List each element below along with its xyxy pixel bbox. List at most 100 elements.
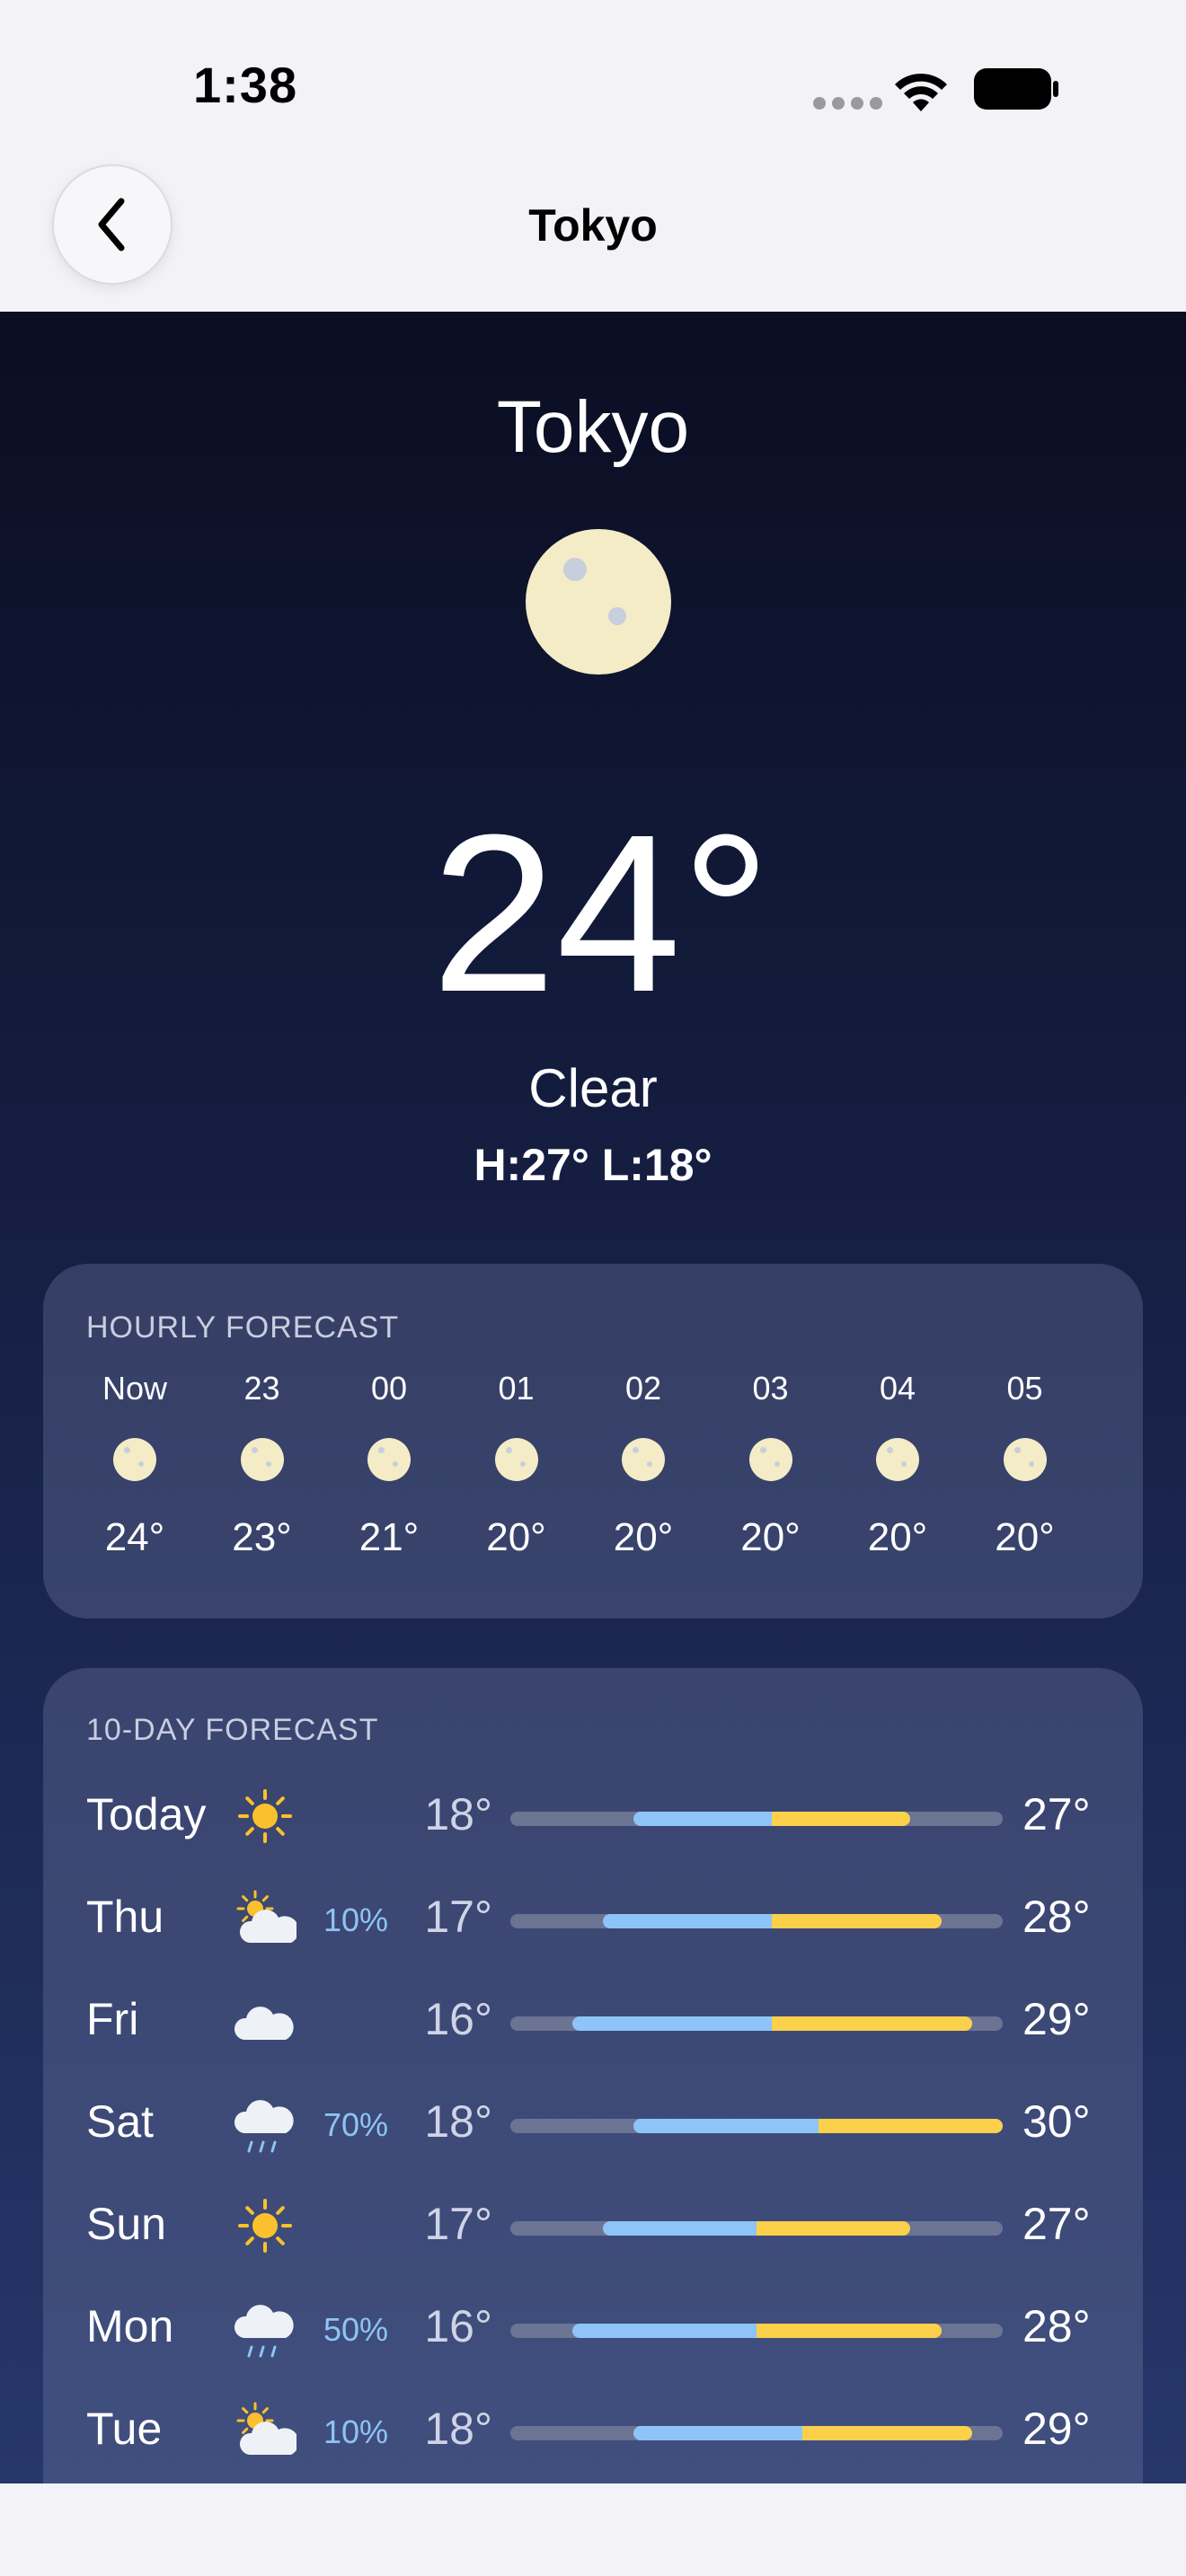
daily-row[interactable]: Thu 10% 17° 28°: [43, 1869, 1143, 1959]
hourly-temp: 20°: [995, 1515, 1055, 1559]
hourly-time: 02: [624, 1370, 662, 1407]
moon-icon: [622, 1438, 665, 1481]
temp-range-cold: [602, 2221, 757, 2236]
moon-icon: [494, 1438, 538, 1481]
temp-range-bar: [510, 1812, 1003, 1826]
low-temp: 18°: [424, 1789, 492, 1839]
high-temp: 30°: [1022, 2096, 1091, 2147]
precip-chance: 50%: [323, 2311, 389, 2348]
hourly-time: 03: [752, 1370, 789, 1407]
hourly-temp: 20°: [486, 1515, 546, 1559]
high-temp: 28°: [1022, 1892, 1091, 1942]
rain-icon: [234, 2297, 296, 2360]
daily-forecast-card[interactable]: 10-DAY FORECAST Today 18° 27° Thu 10% 17…: [43, 1668, 1143, 2483]
temp-range-cold: [571, 2016, 773, 2031]
daily-row[interactable]: Sat 70% 18° 30°: [43, 2074, 1143, 2164]
moon-icon: [1003, 1438, 1047, 1481]
sun-icon: [234, 2194, 296, 2257]
temp-range-bar: [510, 2016, 1003, 2031]
temp-range-warm: [818, 2119, 1003, 2133]
temp-range-bar: [510, 2221, 1003, 2236]
high-low: H:27° L:18°: [474, 1140, 712, 1190]
moon-icon: [748, 1438, 792, 1481]
partly-cloudy-icon: [234, 2399, 299, 2462]
hourly-temp: 20°: [613, 1515, 674, 1559]
battery-icon: [974, 68, 1058, 110]
weather-view[interactable]: Tokyo 24° Clear H:27° L:18° HOURLY FOREC…: [0, 312, 1186, 2483]
cloud-icon: [234, 1989, 296, 2052]
hourly-time: 01: [498, 1370, 535, 1407]
hourly-temp: 20°: [740, 1515, 801, 1559]
daily-row[interactable]: Today 18° 27°: [43, 1767, 1143, 1857]
hourly-time: 23: [243, 1370, 280, 1407]
hourly-time: Now: [102, 1370, 168, 1407]
day-name: Sun: [86, 2199, 166, 2249]
day-name: Thu: [86, 1892, 164, 1942]
hourly-time: 05: [1006, 1370, 1043, 1407]
temp-range-cold: [602, 1914, 773, 1928]
low-temp: 18°: [424, 2096, 492, 2147]
high-temp: 29°: [1022, 1994, 1091, 2044]
hourly-item: Now 24°: [81, 1370, 189, 1560]
daily-row[interactable]: Tue 10% 18° 29°: [43, 2381, 1143, 2471]
temp-range-bar: [510, 1914, 1003, 1928]
partly-cloudy-icon: [234, 1887, 299, 1950]
hourly-item: 05 20°: [971, 1370, 1079, 1560]
day-name: Fri: [86, 1994, 139, 2044]
moon-icon: [876, 1438, 919, 1481]
hourly-forecast-card[interactable]: HOURLY FORECAST Now 24° 23 23° 00 21° 01…: [43, 1264, 1143, 1619]
hourly-time: 00: [370, 1370, 408, 1407]
nav-title: Tokyo: [528, 200, 658, 251]
hourly-time: 04: [879, 1370, 916, 1407]
home-indicator-area: [0, 2483, 1186, 2576]
hourly-item: 00 21°: [335, 1370, 443, 1560]
day-name: Tue: [86, 2404, 163, 2454]
hourly-temp: 21°: [358, 1515, 420, 1559]
temp-range-cold: [633, 2426, 803, 2440]
temp-range-warm: [772, 2016, 972, 2031]
high-temp: 27°: [1022, 2199, 1091, 2249]
moon-icon: [367, 1438, 411, 1481]
status-time: 1:38: [193, 57, 298, 113]
city-name: Tokyo: [496, 386, 690, 468]
daily-row[interactable]: Fri 16° 29°: [43, 1972, 1143, 2061]
precip-chance: 70%: [323, 2106, 389, 2143]
day-name: Sat: [86, 2096, 155, 2147]
hourly-item: 02 20°: [589, 1370, 697, 1560]
day-name: Today: [86, 1789, 207, 1839]
sun-icon: [234, 1785, 296, 1848]
temp-range-warm: [772, 1812, 911, 1826]
temp-range-warm: [802, 2426, 972, 2440]
low-temp: 16°: [424, 2301, 492, 2351]
hourly-item: 04 20°: [844, 1370, 951, 1560]
high-temp: 27°: [1022, 1789, 1091, 1839]
cellular-signal-icon: [813, 97, 882, 110]
temp-range-cold: [633, 2119, 819, 2133]
hourly-temp: 20°: [867, 1515, 928, 1559]
high-temp: 29°: [1022, 2404, 1091, 2454]
low-temp: 18°: [424, 2404, 492, 2454]
rain-icon: [234, 2092, 296, 2155]
temp-range-warm: [772, 1914, 942, 1928]
temp-range-warm: [757, 2324, 942, 2338]
temp-range-bar: [510, 2119, 1003, 2133]
hourly-temp: 23°: [232, 1515, 292, 1559]
low-temp: 17°: [424, 1892, 492, 1942]
moon-icon: [113, 1438, 156, 1481]
wifi-icon: [895, 73, 947, 111]
precip-chance: 10%: [323, 2413, 389, 2450]
hourly-item: 01 20°: [463, 1370, 571, 1560]
hourly-item: 23 23°: [208, 1370, 316, 1560]
daily-row[interactable]: Sun 17° 27°: [43, 2176, 1143, 2266]
temp-range-bar: [510, 2426, 1003, 2440]
daily-forecast-title: 10-DAY FORECAST: [86, 1713, 379, 1747]
status-bar: 1:38: [0, 0, 1186, 171]
moon-icon: [240, 1438, 284, 1481]
hourly-forecast-title: HOURLY FORECAST: [86, 1310, 400, 1345]
temp-range-cold: [633, 1812, 773, 1826]
daily-row[interactable]: Mon 50% 16° 28°: [43, 2279, 1143, 2369]
moon-icon: [526, 529, 671, 675]
low-temp: 17°: [424, 2199, 492, 2249]
day-name: Mon: [86, 2301, 174, 2351]
precip-chance: 10%: [323, 1901, 389, 1938]
